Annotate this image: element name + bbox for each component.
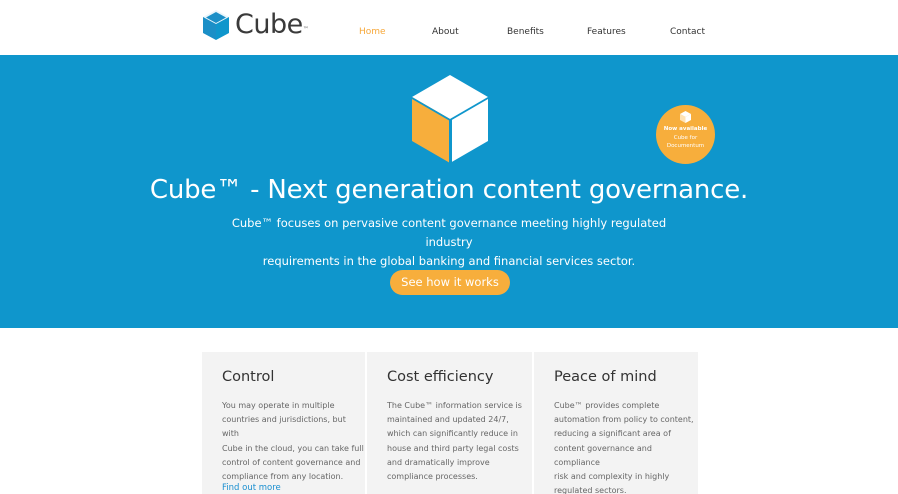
badge-line3: Documentum [666, 143, 705, 149]
feature-text-line: control of content governance and [222, 457, 361, 467]
badge-line1: Now available [663, 126, 708, 132]
nav-features[interactable]: Features [587, 27, 626, 37]
site-header: Cube ™ Home About Benefits Features Cont… [0, 0, 898, 55]
hero-subtitle: Cube™ focuses on pervasive content gover… [220, 214, 678, 271]
logo-trademark: ™ [302, 25, 309, 33]
hero-title: Cube™ - Next generation content governan… [149, 175, 749, 205]
feature-text-line: countries and jurisdictions, but with [222, 415, 346, 439]
feature-text-line: maintained and updated 24/7, [387, 415, 509, 425]
hero-subtitle-line1: Cube™ focuses on pervasive content gover… [231, 216, 667, 249]
logo-text: Cube [235, 9, 303, 40]
feature-card-control: Control You may operate in multiple coun… [202, 352, 365, 494]
feature-text-line: Cube in the cloud, you can take full [222, 443, 364, 453]
feature-text-line: Cube™ provides complete [554, 401, 660, 410]
cube-small-icon [680, 111, 691, 123]
hero-subtitle-line2: requirements in the global banking and f… [262, 254, 636, 268]
hero-section: Now available Cube for Documentum Cube™ … [0, 55, 898, 328]
feature-text: You may operate in multiple countries an… [222, 399, 365, 484]
feature-text-line: risk and complexity in highly [554, 472, 670, 482]
feature-title: Peace of mind [554, 369, 657, 385]
feature-card-peace-of-mind: Peace of mind Cube™ provides complete au… [534, 352, 698, 494]
feature-text-line: regulated sectors. [554, 486, 627, 494]
features-section: Control You may operate in multiple coun… [202, 352, 698, 494]
nav-benefits[interactable]: Benefits [507, 27, 544, 37]
feature-text: Cube™ provides complete automation from … [554, 399, 698, 494]
find-out-more-link[interactable]: Find out more [222, 483, 281, 493]
documentum-badge[interactable]: Now available Cube for Documentum [656, 105, 715, 164]
badge-line2: Cube for [673, 135, 698, 141]
feature-text-line: content governance and compliance [554, 443, 652, 467]
feature-text-line: house and third party legal costs [387, 443, 519, 453]
see-how-it-works-button[interactable]: See how it works [390, 270, 510, 295]
feature-title: Cost efficiency [387, 369, 494, 385]
logo[interactable]: Cube ™ [202, 9, 309, 41]
feature-text-line: compliance processes. [387, 472, 478, 482]
feature-text-line: which can significantly reduce in [387, 429, 518, 439]
feature-text-line: The Cube™ information service is [387, 401, 522, 410]
feature-text: The Cube™ information service is maintai… [387, 399, 522, 484]
feature-text-line: and dramatically improve [387, 457, 490, 467]
nav-about[interactable]: About [432, 27, 459, 37]
feature-title: Control [222, 369, 275, 385]
feature-card-cost-efficiency: Cost efficiency The Cube™ information se… [367, 352, 532, 494]
feature-text-line: reducing a significant area of [554, 429, 671, 439]
feature-text-line: automation from policy to content, [554, 415, 694, 425]
nav-contact[interactable]: Contact [670, 27, 705, 37]
feature-text-line: You may operate in multiple [222, 401, 335, 410]
nav-home[interactable]: Home [359, 27, 386, 37]
cube-icon [412, 75, 488, 163]
cube-logo-icon [203, 10, 229, 40]
